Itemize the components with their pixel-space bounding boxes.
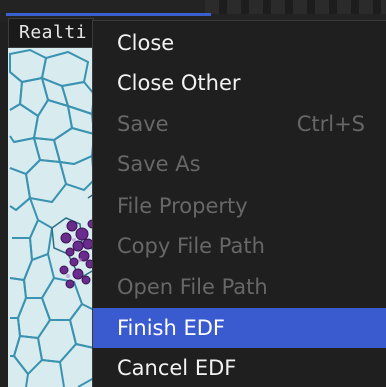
menu-item-label: Save [117,112,169,136]
menu-item-label: Finish EDF [117,316,225,340]
menu-item-shortcut: Ctrl+S [296,112,365,136]
microscope-image [8,48,94,387]
microscope-image-canvas[interactable] [8,48,94,387]
tab-context-menu: Close Close Other Save Ctrl+S Save As Fi… [92,20,386,387]
active-tab-indicator [6,13,211,16]
menu-item-label: Open File Path [117,275,268,299]
menu-item-copy-file-path[interactable]: Copy File Path [93,226,386,266]
document-tab[interactable]: Realti [8,18,94,48]
menu-item-cancel-edf[interactable]: Cancel EDF [93,348,386,387]
menu-item-label: Close [117,31,175,55]
menu-item-open-file-path[interactable]: Open File Path [93,267,386,307]
menu-item-save-as[interactable]: Save As [93,144,386,184]
menu-item-file-property[interactable]: File Property [93,186,386,226]
menu-item-label: Save As [117,152,201,176]
menu-item-finish-edf[interactable]: Finish EDF [93,308,386,348]
menu-item-label: Copy File Path [117,234,265,258]
menu-item-close-other[interactable]: Close Other [93,63,386,103]
document-tab-label: Realti [19,22,88,43]
toolbar-icons-cropped [205,0,386,14]
menu-item-label: Cancel EDF [117,356,237,380]
app-window: Realti Close Close Other Save Ctrl+S Sav… [0,0,386,387]
menu-item-label: Close Other [117,71,241,95]
menu-item-save[interactable]: Save Ctrl+S [93,104,386,144]
menu-item-label: File Property [117,194,248,218]
menu-item-close[interactable]: Close [93,23,386,63]
